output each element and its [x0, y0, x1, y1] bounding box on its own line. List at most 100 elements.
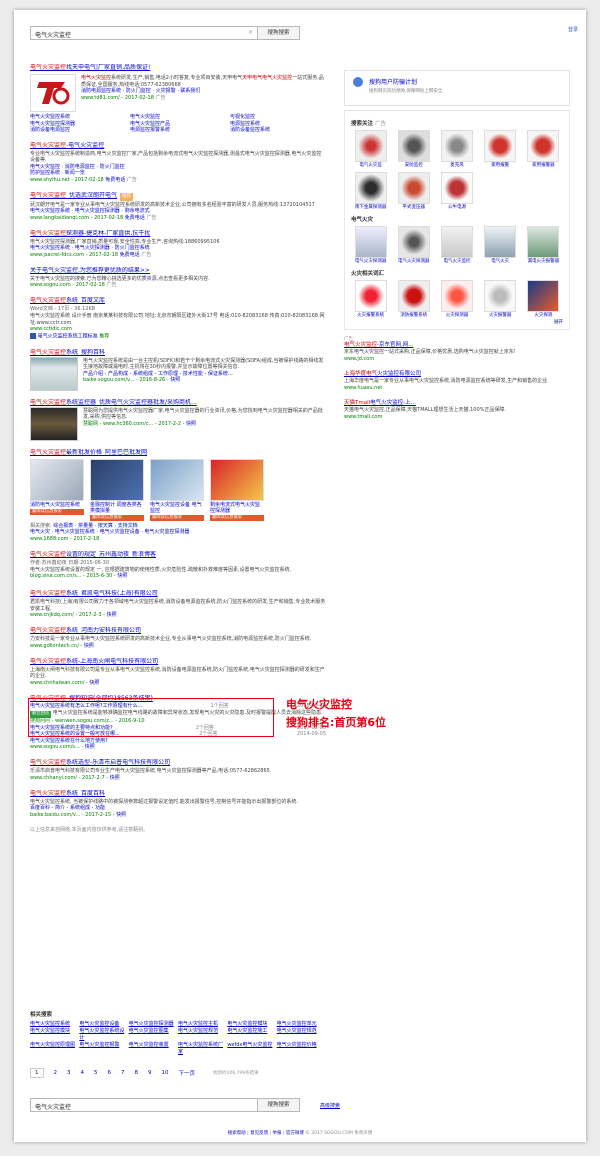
- anti-fraud-banner[interactable]: 搜狗用户防骗计划 搜狗网页风险保障,保障网民上网安全: [344, 70, 570, 106]
- page-link[interactable]: 7: [121, 1070, 125, 1076]
- related-link[interactable]: 按天算: [98, 523, 113, 529]
- result-title[interactable]: 电气火灾监控-电气火灾监控: [30, 142, 326, 150]
- phone-link[interactable]: 免费电话: [105, 177, 125, 183]
- related-search-link[interactable]: 电气火灾监控规范: [178, 1028, 227, 1042]
- related-search-link[interactable]: 电气火灾监控单元: [277, 1021, 326, 1028]
- sitelink[interactable]: 电气火灾监控系统: [30, 245, 70, 251]
- sitelink[interactable]: 消防设备监控系统: [230, 127, 326, 134]
- related-search-link[interactable]: 电气火灾监控模块: [227, 1021, 276, 1028]
- result-title[interactable]: 电气火灾监控系统选型-乐清市启普电气科技有限公司: [30, 759, 326, 767]
- product-image[interactable]: [210, 458, 264, 501]
- product-tile[interactable]: 平式变压器: [394, 172, 433, 211]
- product-button[interactable]: 赢阅读信息报装: [30, 508, 84, 515]
- result-title[interactable]: 电气火灾监控找天申电气|厂家直销,品质保证!: [30, 64, 326, 72]
- page-link[interactable]: 6: [108, 1070, 112, 1076]
- cache-link[interactable]: 快照: [110, 775, 120, 781]
- td-logo[interactable]: [30, 74, 76, 112]
- page-current[interactable]: 1: [30, 1068, 44, 1078]
- cache-link[interactable]: 快照: [117, 573, 127, 579]
- search-input[interactable]: 电气火灾监控 ×: [30, 26, 258, 40]
- cache-link[interactable]: 快照: [107, 612, 117, 618]
- product-tile[interactable]: 火灾报警系统: [351, 280, 390, 319]
- sitelink[interactable]: 剩余电流式: [125, 208, 150, 214]
- sitelink[interactable]: 电气火灾监控系统: [30, 208, 70, 214]
- product-card[interactable]: 消防电气火灾监控系统 赢阅读信息报装: [30, 458, 84, 521]
- product-tile[interactable]: 火灾探测: [524, 280, 563, 319]
- product-tile[interactable]: 电气火灾探测器: [351, 226, 390, 265]
- cache-link[interactable]: 快照: [116, 812, 126, 818]
- product-tile[interactable]: 公牛电源: [437, 172, 476, 211]
- page-link[interactable]: 10: [162, 1070, 169, 1076]
- product-tile[interactable]: 漏电火灾报警器: [524, 226, 563, 265]
- product-tile[interactable]: 安防监控: [394, 130, 433, 169]
- page-link[interactable]: 2: [54, 1070, 58, 1076]
- expand-link[interactable]: 展开: [351, 319, 563, 325]
- sitelink[interactable]: 联系我们: [180, 88, 200, 94]
- related-search-link[interactable]: 电气火灾监控系统设计: [79, 1028, 128, 1042]
- footer-link[interactable]: 官方微博: [286, 1131, 304, 1136]
- sitelink[interactable]: 消防设备电源监控: [30, 127, 126, 134]
- ad-title[interactable]: 电气火灾监控-京东官网,网...: [344, 342, 570, 349]
- product-tile[interactable]: 麦克风: [437, 130, 476, 169]
- next-page-button[interactable]: 下一页: [179, 1069, 196, 1077]
- footer-link[interactable]: 意见反馈: [250, 1131, 268, 1136]
- related-search-link[interactable]: 电气火灾监控报警: [79, 1042, 128, 1056]
- product-image[interactable]: [150, 458, 204, 501]
- sitelink[interactable]: 防火门监控系统: [115, 245, 150, 251]
- product-tile[interactable]: 火灾探测器: [437, 280, 476, 319]
- ad-title[interactable]: 上海华度电气火灾监控有限公司: [344, 371, 570, 378]
- product-card[interactable]: 电气火灾监控设备 电气监控 赢阅读信息报装: [150, 458, 204, 521]
- product-tile[interactable]: 电气火灾监: [351, 130, 390, 169]
- product-caption[interactable]: 剩余电流式电气火灾监控探测器: [210, 502, 264, 514]
- sitelink[interactable]: 电气火灾探测器: [75, 245, 110, 251]
- sub-doc-link[interactable]: 电气火灾监控系统工程标准: [38, 334, 98, 340]
- related-search-link[interactable]: 电气火灾监控主机: [178, 1021, 227, 1028]
- product-tile[interactable]: 消防报警系统: [394, 280, 433, 319]
- result-title[interactable]: 电气火灾监控系统_河南力安科技有限公司: [30, 627, 326, 635]
- related-search-link[interactable]: 电气火灾监控规范: [277, 1028, 326, 1042]
- bottom-search-button[interactable]: 搜狗搜索: [258, 1098, 300, 1112]
- sitelink[interactable]: 防火门监控: [100, 164, 125, 170]
- related-search-link[interactable]: 电气火灾监控图集: [129, 1028, 178, 1042]
- result-title[interactable]: 电气火灾监控_优选武汉朗开电气 推荐: [30, 192, 326, 201]
- result-title[interactable]: 电气火灾监控系统_百度百科: [30, 790, 326, 798]
- result-title[interactable]: 电气火灾监控系统监控器_优质电气火灾监控器批发/采购商机...: [30, 399, 326, 407]
- product-tile[interactable]: 火灾报警器: [481, 280, 520, 319]
- related-search-link[interactable]: 电气火灾监控设备: [79, 1021, 128, 1028]
- product-card[interactable]: 金融控制计 调度各类各类模拟量 赢阅读信息报装: [90, 458, 144, 521]
- related-link[interactable]: 电气火灾: [30, 529, 50, 535]
- sitelink[interactable]: 防护监控系统: [30, 170, 60, 176]
- related-link[interactable]: 支持文档: [118, 523, 138, 529]
- related-search-link[interactable]: 电气火灾监控施工: [227, 1028, 276, 1042]
- ad-title[interactable]: 天猫Tmall电气火灾监控-上...: [344, 400, 570, 407]
- sitelink[interactable]: 电气火灾监控: [30, 164, 60, 170]
- product-card[interactable]: 剩余电流式电气火灾监控探测器 赢阅读信息报装: [210, 458, 264, 521]
- footer-link[interactable]: 搜索帮助: [228, 1131, 246, 1136]
- related-search-link[interactable]: wefdx电气火灾监控: [227, 1042, 276, 1056]
- page-link[interactable]: 8: [135, 1070, 139, 1076]
- sitelink[interactable]: 电气火灾监控探测器: [75, 208, 120, 214]
- result-title[interactable]: 电气火灾监控系统-上海南火闸电气科技有限公司: [30, 658, 326, 666]
- advanced-search-link[interactable]: 高级搜索: [320, 1102, 340, 1109]
- page-link[interactable]: 4: [81, 1070, 85, 1076]
- result-title[interactable]: 关于电气火灾监控,为您推荐更优质的结果>>: [30, 267, 326, 275]
- page-link[interactable]: 3: [67, 1070, 71, 1076]
- result-title[interactable]: 电气火灾监控设置的规定_苏州鑫动夜_新浪博客: [30, 551, 326, 559]
- result-title[interactable]: 电气火灾监控探测器-捷克林-厂家直供,抗干扰: [30, 230, 326, 238]
- cache-link[interactable]: 快照: [84, 643, 94, 649]
- product-caption[interactable]: 金融控制计 调度各类各类模拟量: [90, 502, 144, 514]
- product-tile[interactable]: 南下金属探测器: [351, 172, 390, 211]
- phone-link[interactable]: 免费电话: [125, 215, 145, 221]
- related-link[interactable]: 电气火灾监控设备: [100, 529, 140, 535]
- related-search-link[interactable]: 电气火灾监控模块: [30, 1028, 79, 1042]
- search-button[interactable]: 搜狗搜索: [258, 26, 300, 40]
- sitelink[interactable]: 消防电源监控系统: [81, 88, 121, 94]
- meter-thumbnail[interactable]: [30, 356, 78, 391]
- product-button[interactable]: 赢阅读信息报装: [210, 514, 264, 521]
- product-button[interactable]: 赢阅读信息报装: [150, 514, 204, 521]
- product-image[interactable]: [30, 458, 84, 501]
- related-search-link[interactable]: 电气火灾监控系统: [30, 1021, 79, 1028]
- cache-link[interactable]: 快照: [170, 377, 180, 383]
- sitelink[interactable]: 火灾报警: [156, 88, 176, 94]
- trust-title[interactable]: 搜狗用户防骗计划: [369, 77, 442, 86]
